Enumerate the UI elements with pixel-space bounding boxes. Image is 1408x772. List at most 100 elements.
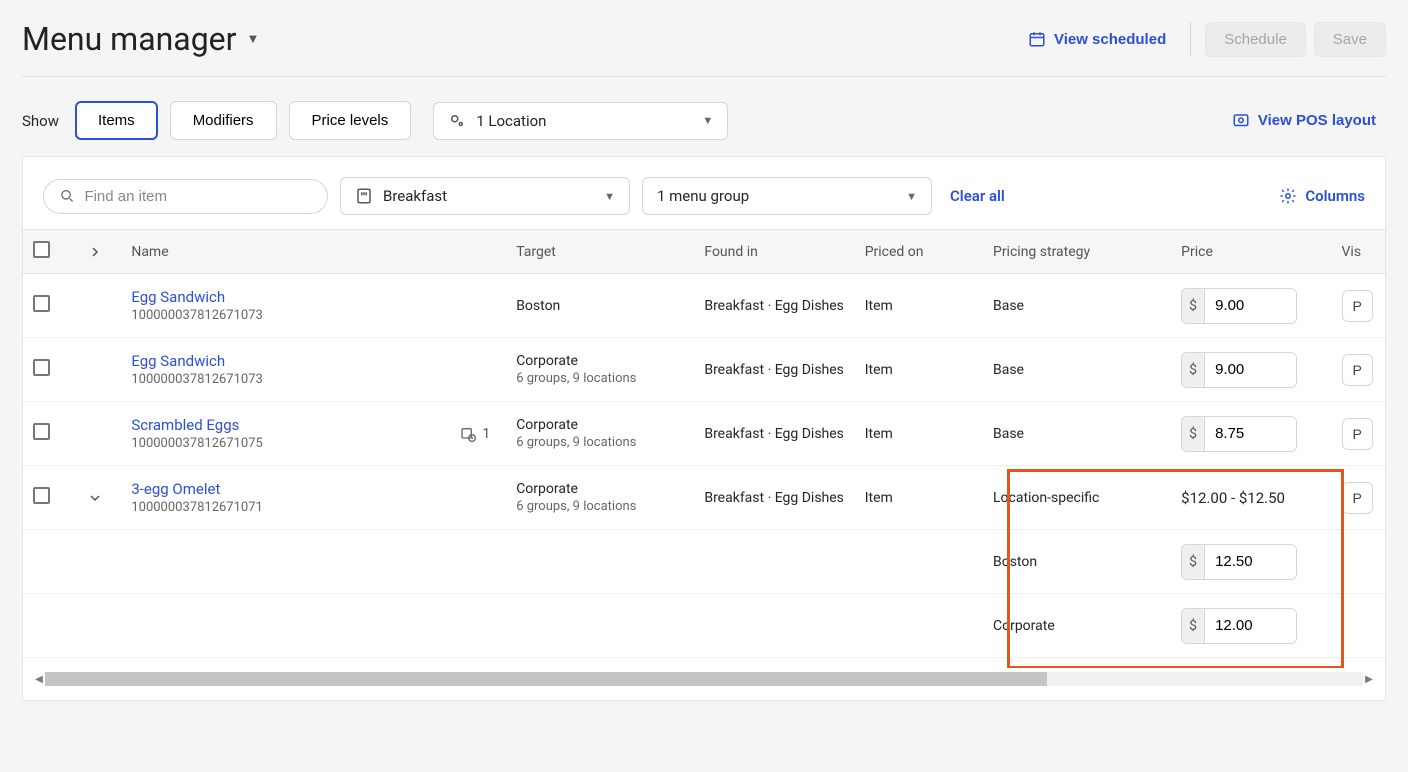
priced-on-text: Item xyxy=(855,274,983,338)
schedule-button[interactable]: Schedule xyxy=(1205,22,1306,57)
target-sub: 6 groups, 9 locations xyxy=(516,371,684,386)
currency-symbol: $ xyxy=(1182,289,1205,323)
menu-icon xyxy=(355,187,373,205)
location-pin-icon xyxy=(448,112,466,130)
visibility-button[interactable]: P xyxy=(1342,290,1373,322)
table-row: Egg Sandwich 100000037812671073 Boston Brea… xyxy=(23,274,1385,338)
price-range-text: $12.00 - $12.50 xyxy=(1181,489,1285,507)
divider xyxy=(1190,22,1191,56)
tab-modifiers[interactable]: Modifiers xyxy=(170,101,277,140)
currency-symbol: $ xyxy=(1182,353,1205,387)
priced-on-text: Item xyxy=(855,402,983,466)
toolbar: Show Items Modifiers Price levels 1 Loca… xyxy=(22,77,1386,156)
col-target: Target xyxy=(506,230,694,274)
col-found: Found in xyxy=(694,230,854,274)
save-button[interactable]: Save xyxy=(1314,22,1386,57)
target-sub: 6 groups, 9 locations xyxy=(516,499,684,514)
table-header-row: Name Target Found in Priced on Pricing s… xyxy=(23,230,1385,274)
row-checkbox[interactable] xyxy=(33,423,50,440)
price-field[interactable] xyxy=(1205,417,1296,451)
item-name-link[interactable]: Scrambled Eggs xyxy=(131,416,263,434)
visibility-button[interactable]: P xyxy=(1342,418,1373,450)
gear-icon xyxy=(1279,187,1297,205)
search-input[interactable] xyxy=(84,188,311,205)
pricing-strategy-text: Base xyxy=(983,402,1171,466)
view-scheduled-button[interactable]: View scheduled xyxy=(1018,22,1176,56)
clear-all-link[interactable]: Clear all xyxy=(950,187,1005,205)
col-priced: Priced on xyxy=(855,230,983,274)
found-in-text: Breakfast · Egg Dishes xyxy=(694,274,854,338)
priced-on-text: Item xyxy=(855,466,983,530)
item-name-link[interactable]: 3-egg Omelet xyxy=(131,480,263,498)
group-filter-dropdown[interactable]: 1 menu group ▼ xyxy=(642,177,932,215)
price-input[interactable]: $ xyxy=(1181,544,1297,580)
search-icon xyxy=(60,188,74,204)
columns-button[interactable]: Columns xyxy=(1279,187,1365,205)
price-field[interactable] xyxy=(1205,289,1296,323)
visibility-button[interactable]: P xyxy=(1342,482,1373,514)
menu-filter-label: Breakfast xyxy=(383,187,447,205)
table-row: Egg Sandwich100000037812671073Corporate6… xyxy=(23,338,1385,402)
col-name: Name xyxy=(121,230,506,274)
columns-label: Columns xyxy=(1305,187,1365,205)
chevron-down-icon[interactable] xyxy=(89,492,101,504)
scheduled-badge: 1 xyxy=(460,426,490,442)
row-checkbox[interactable] xyxy=(33,487,50,504)
location-label: Corporate xyxy=(983,594,1171,658)
price-input[interactable]: $ xyxy=(1181,608,1297,644)
found-in-text: Breakfast · Egg Dishes xyxy=(694,466,854,530)
page-header: Menu manager ▼ View scheduled Schedule S… xyxy=(22,8,1386,77)
calendar-icon xyxy=(1028,30,1046,48)
pricing-strategy-text: Base xyxy=(983,274,1171,338)
item-name-link[interactable]: Egg Sandwich xyxy=(131,352,263,370)
sub-row: Boston $ xyxy=(23,530,1385,594)
col-strategy: Pricing strategy xyxy=(983,230,1171,274)
show-label: Show xyxy=(22,112,59,130)
currency-symbol: $ xyxy=(1182,545,1205,579)
item-id: 100000037812671071 xyxy=(131,500,263,515)
filter-row: Breakfast ▼ 1 menu group ▼ Clear all Col… xyxy=(23,157,1385,229)
row-checkbox[interactable] xyxy=(33,359,50,376)
view-pos-layout-button[interactable]: View POS layout xyxy=(1222,104,1386,138)
chevron-down-icon: ▼ xyxy=(702,114,713,127)
price-input[interactable]: $ xyxy=(1181,288,1297,324)
view-pos-label: View POS layout xyxy=(1258,112,1376,129)
currency-symbol: $ xyxy=(1182,609,1205,643)
items-table: Name Target Found in Priced on Pricing s… xyxy=(23,229,1385,658)
target-text: Boston xyxy=(516,298,684,314)
layout-icon xyxy=(1232,112,1250,130)
sub-row: Corporate $ xyxy=(23,594,1385,658)
chevron-right-icon[interactable] xyxy=(89,246,101,258)
item-id: 100000037812671073 xyxy=(131,308,263,323)
pricing-strategy-text: Location-specific xyxy=(983,466,1171,530)
location-label: Boston xyxy=(983,530,1171,594)
price-field[interactable] xyxy=(1205,353,1296,387)
location-filter-label: 1 Location xyxy=(476,112,546,130)
select-all-checkbox[interactable] xyxy=(33,241,50,258)
price-field[interactable] xyxy=(1205,545,1296,579)
group-filter-label: 1 menu group xyxy=(657,187,749,205)
pricing-strategy-text: Base xyxy=(983,338,1171,402)
target-text: Corporate xyxy=(516,353,684,369)
priced-on-text: Item xyxy=(855,338,983,402)
row-checkbox[interactable] xyxy=(33,295,50,312)
page-title: Menu manager xyxy=(22,20,236,58)
found-in-text: Breakfast · Egg Dishes xyxy=(694,338,854,402)
visibility-button[interactable]: P xyxy=(1342,354,1373,386)
currency-symbol: $ xyxy=(1182,417,1205,451)
price-field[interactable] xyxy=(1205,609,1296,643)
table-wrap: Name Target Found in Priced on Pricing s… xyxy=(23,229,1385,668)
location-filter-dropdown[interactable]: 1 Location ▼ xyxy=(433,102,728,140)
price-input[interactable]: $ xyxy=(1181,416,1297,452)
item-name-link[interactable]: Egg Sandwich xyxy=(131,288,263,306)
horizontal-scrollbar[interactable]: ◀ ▶ xyxy=(33,672,1375,686)
content-card: Breakfast ▼ 1 menu group ▼ Clear all Col… xyxy=(22,156,1386,701)
menu-filter-dropdown[interactable]: Breakfast ▼ xyxy=(340,177,630,215)
tab-price-levels[interactable]: Price levels xyxy=(289,101,412,140)
price-input[interactable]: $ xyxy=(1181,352,1297,388)
search-input-wrap[interactable] xyxy=(43,179,328,214)
target-text: Corporate xyxy=(516,417,684,433)
title-dropdown-caret[interactable]: ▼ xyxy=(246,31,259,47)
tab-items[interactable]: Items xyxy=(75,101,158,140)
chevron-down-icon: ▼ xyxy=(906,190,917,203)
